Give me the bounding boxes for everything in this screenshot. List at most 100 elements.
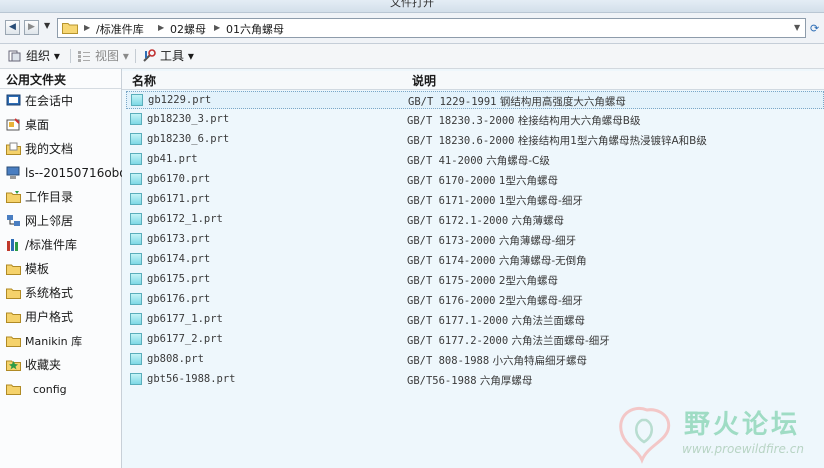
standard-number: GB/T 808-1988 [407, 355, 490, 367]
file-description: GB/T 18230.3-2000 栓接结构用大六角螺母B级 [407, 113, 641, 128]
standard-number: GB/T 18230.6-2000 [407, 135, 515, 147]
path-separator-icon[interactable]: ▶ [158, 23, 164, 32]
table-row[interactable]: gbt56-1988.prt GB/T56-1988 六角厚螺母 [126, 371, 824, 389]
sidebar-item-label: 系统格式 [25, 286, 74, 300]
watermark: 野火论坛 www.proewildfire.cn [612, 400, 822, 468]
table-row[interactable]: gb18230_6.prt GB/T 18230.6-2000 栓接结构用1型六角… [126, 131, 824, 149]
file-description: GB/T 6177.2-2000 六角法兰面螺母-细牙 [407, 333, 610, 348]
table-row[interactable]: gb6176.prt GB/T 6176-2000 2型六角螺母-细牙 [126, 291, 824, 309]
path-separator-icon[interactable]: ▶ [84, 23, 90, 32]
file-description: GB/T 6172.1-2000 六角薄螺母 [407, 213, 564, 228]
file-description: GB/T 6173-2000 六角薄螺母-细牙 [407, 233, 576, 248]
file-name: gb6177_2.prt [147, 333, 223, 345]
standard-number: GB/T 18230.3-2000 [407, 115, 515, 127]
table-row[interactable]: gb18230_3.prt GB/T 18230.3-2000 栓接结构用大六角螺… [126, 111, 824, 129]
my-documents-icon [6, 142, 21, 155]
sidebar-item-manikin-library[interactable]: Manikin 库 [6, 331, 82, 351]
table-row[interactable]: gb6177_1.prt GB/T 6177.1-2000 六角法兰面螺母 [126, 311, 824, 329]
folder-icon [6, 312, 21, 323]
chevron-down-icon: ▾ [119, 49, 129, 63]
table-row[interactable]: gb6170.prt GB/T 6170-2000 1型六角螺母 [126, 171, 824, 189]
organize-icon [8, 50, 21, 62]
history-dropdown[interactable]: ▼ [44, 21, 50, 30]
standard-number: GB/T 6176-2000 [407, 295, 496, 307]
table-row[interactable]: gb1229.prt GB/T 1229-1991 钢结构用高强度大六角螺母 [126, 91, 824, 109]
part-file-icon [130, 253, 142, 265]
refresh-icon[interactable]: ⟳ [810, 22, 819, 35]
standard-number: GB/T 1229-1991 [408, 96, 497, 108]
tools-icon [143, 49, 156, 62]
sidebar-item-label: 工作目录 [25, 190, 74, 204]
description-text: 栓接结构用1型六角螺母热浸镀锌A和B级 [517, 135, 707, 147]
table-row[interactable]: gb41.prt GB/T 41-2000 六角螺母-C级 [126, 151, 824, 169]
file-name: gb41.prt [147, 153, 198, 165]
watermark-logo-icon [619, 407, 671, 464]
part-file-icon [130, 133, 142, 145]
sidebar-item-label: /标准件库 [25, 238, 78, 252]
sidebar-item-working-directory[interactable]: 工作目录 [6, 187, 73, 207]
table-row[interactable]: gb808.prt GB/T 808-1988 小六角特扁细牙螺母 [126, 351, 824, 369]
sidebar-item-templates[interactable]: 模板 [6, 259, 49, 279]
standard-number: GB/T 6171-2000 [407, 195, 496, 207]
path-separator-icon[interactable]: ▶ [214, 23, 220, 32]
column-header-name[interactable]: 名称 [132, 72, 156, 89]
standard-number: GB/T 6177.2-2000 [407, 335, 509, 347]
sidebar-item-in-session[interactable]: 在会话中 [6, 91, 73, 111]
sidebar-title: 公用文件夹 [0, 71, 121, 89]
column-header-description[interactable]: 说明 [412, 72, 436, 89]
part-file-icon [130, 173, 142, 185]
part-file-icon [130, 153, 142, 165]
table-row[interactable]: gb6175.prt GB/T 6175-2000 2型六角螺母 [126, 271, 824, 289]
part-file-icon [130, 333, 142, 345]
path-dropdown-icon[interactable]: ▼ [794, 23, 800, 32]
sidebar-item-label: Manikin 库 [25, 335, 83, 348]
table-row[interactable]: gb6174.prt GB/T 6174-2000 六角薄螺母-无倒角 [126, 251, 824, 269]
sidebar-item-desktop[interactable]: 桌面 [6, 115, 49, 135]
views-icon [78, 51, 90, 62]
part-file-icon [131, 94, 143, 106]
sidebar-item-standard-library[interactable]: /标准件库 [6, 235, 77, 255]
file-description: GB/T56-1988 六角厚螺母 [407, 373, 532, 388]
sidebar-item-label: 桌面 [25, 118, 50, 132]
sidebar-item-config[interactable]: config [6, 379, 67, 399]
path-segment-hex-nuts[interactable]: 01六角螺母 [226, 21, 284, 37]
chevron-down-icon: ▾ [184, 49, 194, 63]
desktop-icon [6, 118, 20, 131]
tools-menu[interactable]: 工具 ▾ [142, 48, 194, 64]
forward-button[interactable]: ▶ [24, 20, 39, 35]
sidebar-item-label: 网上邻居 [25, 214, 74, 228]
folder-icon [62, 23, 78, 34]
file-description: GB/T 6171-2000 1型六角螺母-细牙 [407, 193, 583, 208]
part-file-icon [130, 193, 142, 205]
sidebar-item-my-documents[interactable]: 我的文档 [6, 139, 73, 159]
session-icon [6, 94, 21, 106]
organize-menu[interactable]: 组织 ▾ [8, 48, 60, 64]
table-row[interactable]: gb6177_2.prt GB/T 6177.2-2000 六角法兰面螺母-细牙 [126, 331, 824, 349]
sidebar-item-user-formats[interactable]: 用户格式 [6, 307, 73, 327]
sidebar-item-label: 我的文档 [25, 142, 74, 156]
description-text: 六角薄螺母-细牙 [498, 235, 577, 247]
path-input[interactable]: ▶ /标准件库 ▶ 02螺母 ▶ 01六角螺母 ▼ [57, 18, 806, 38]
file-name: gb808.prt [147, 353, 204, 365]
watermark-title: 野火论坛 [684, 410, 801, 440]
back-button[interactable]: ◀ [5, 20, 20, 35]
organize-label: 组织 [26, 49, 51, 63]
sidebar-item-system-formats[interactable]: 系统格式 [6, 283, 73, 303]
views-label: 视图 [95, 49, 120, 63]
sidebar-item-label: 模板 [25, 262, 50, 276]
sidebar-item-favorites[interactable]: 收藏夹 [6, 355, 61, 375]
standard-number: GB/T 41-2000 [407, 155, 483, 167]
path-segment-nuts[interactable]: 02螺母 [170, 21, 206, 37]
standard-number: GB/T 6172.1-2000 [407, 215, 509, 227]
file-name: gb6174.prt [147, 253, 211, 265]
description-text: 2型六角螺母 [498, 275, 559, 287]
description-text: 六角法兰面螺母 [511, 315, 586, 327]
file-name: gb6173.prt [147, 233, 211, 245]
sidebar-item-network[interactable]: 网上邻居 [6, 211, 73, 231]
views-menu[interactable]: 视图 ▾ [77, 48, 129, 64]
path-segment-library[interactable]: /标准件库 [96, 21, 144, 37]
table-row[interactable]: gb6173.prt GB/T 6173-2000 六角薄螺母-细牙 [126, 231, 824, 249]
table-row[interactable]: gb6171.prt GB/T 6171-2000 1型六角螺母-细牙 [126, 191, 824, 209]
table-row[interactable]: gb6172_1.prt GB/T 6172.1-2000 六角薄螺母 [126, 211, 824, 229]
sidebar-item-computer[interactable]: ls--20150716obo [6, 163, 127, 183]
